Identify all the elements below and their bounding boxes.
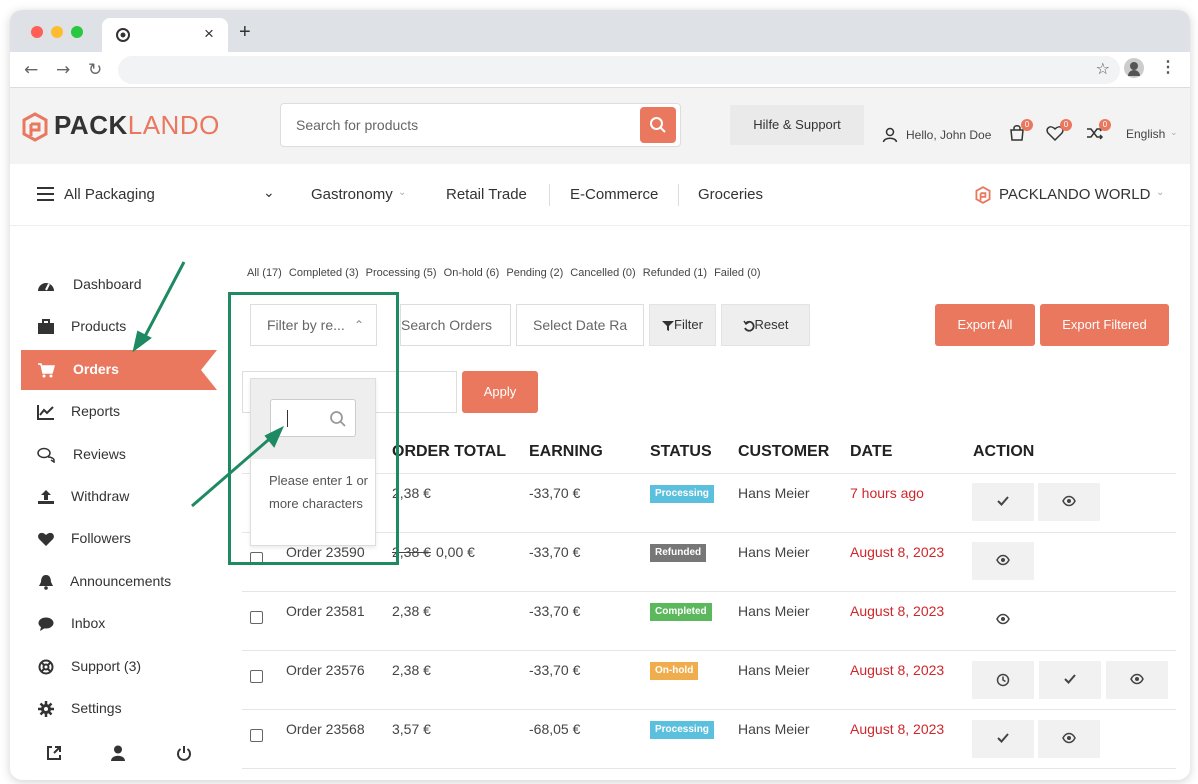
browser-window: × + ← → ↻ ☆ ⋮ PACKLANDO Hilfe & Support … [10,10,1190,780]
annotation-arrows [132,261,285,508]
